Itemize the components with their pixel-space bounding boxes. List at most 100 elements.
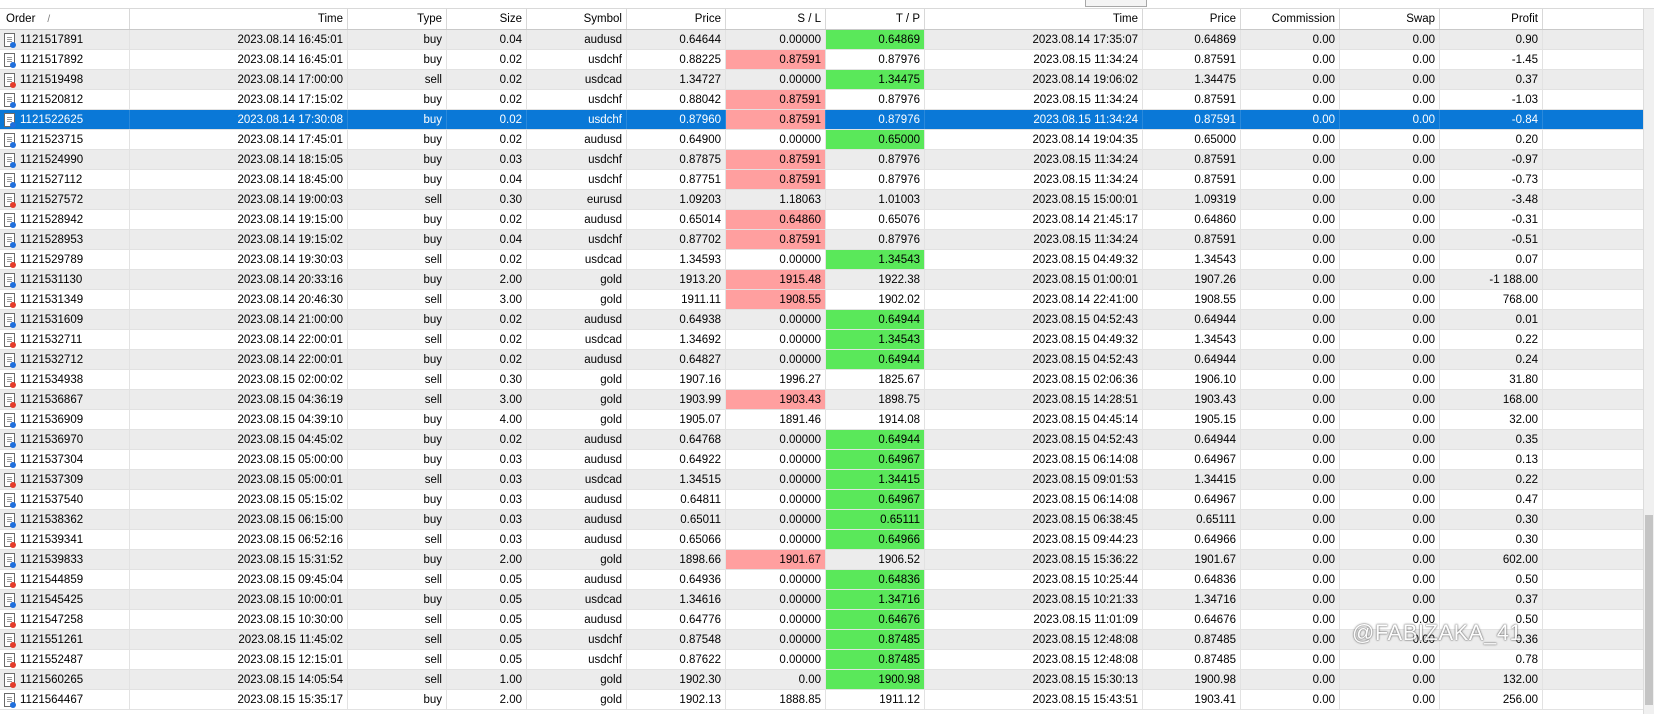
table-row[interactable]: 1121544859 2023.08.15 09:45:04 sell 0.05 aud…: [0, 570, 1643, 590]
column-header-sl[interactable]: S / L: [726, 9, 826, 29]
close-time-cell: 2023.08.15 10:21:33: [925, 590, 1143, 609]
column-header-label: Price: [1209, 13, 1236, 25]
column-header-type[interactable]: Type: [348, 9, 447, 29]
table-row[interactable]: 1121536909 2023.08.15 04:39:10 buy 4.00 gold…: [0, 410, 1643, 430]
open-price-cell: 0.64938: [627, 310, 726, 329]
order-number: 1121528953: [20, 233, 84, 246]
close-time-cell: 2023.08.15 04:49:32: [925, 330, 1143, 349]
table-row[interactable]: 1121534938 2023.08.15 02:00:02 sell 0.30 gol…: [0, 370, 1643, 390]
column-header-open-price[interactable]: Price: [627, 9, 726, 29]
table-row[interactable]: 1121536867 2023.08.15 04:36:19 sell 3.00 gol…: [0, 390, 1643, 410]
commission-cell: 0.00: [1241, 250, 1340, 269]
toolbar-box: [1085, 0, 1147, 7]
table-row[interactable]: 1121519498 2023.08.14 17:00:00 sell 0.02 usd…: [0, 70, 1643, 90]
profit-cell: -3.48: [1440, 190, 1543, 209]
order-cell: 1121517892: [0, 50, 130, 69]
table-row[interactable]: 1121527112 2023.08.14 18:45:00 buy 0.04 usdc…: [0, 170, 1643, 190]
sl-cell: 0.00000: [726, 490, 826, 509]
scrollbar-thumb[interactable]: [1645, 515, 1653, 705]
table-row[interactable]: 1121531349 2023.08.14 20:46:30 sell 3.00 gol…: [0, 290, 1643, 310]
symbol-cell: usdcad: [527, 470, 627, 489]
open-price-cell: 0.64811: [627, 490, 726, 509]
commission-cell: 0.00: [1241, 510, 1340, 529]
table-row[interactable]: 1121539341 2023.08.15 06:52:16 sell 0.03 aud…: [0, 530, 1643, 550]
close-time-cell: 2023.08.15 11:34:24: [925, 90, 1143, 109]
table-row[interactable]: 1121537309 2023.08.15 05:00:01 sell 0.03 usd…: [0, 470, 1643, 490]
open-time-cell: 2023.08.14 19:00:03: [130, 190, 348, 209]
table-row[interactable]: 1121532712 2023.08.14 22:00:01 buy 0.02 audu…: [0, 350, 1643, 370]
open-price-cell: 1.09203: [627, 190, 726, 209]
sell-order-icon: [4, 572, 16, 588]
column-header-profit[interactable]: Profit: [1440, 9, 1543, 29]
table-row[interactable]: 1121532711 2023.08.14 22:00:01 sell 0.02 usd…: [0, 330, 1643, 350]
table-row[interactable]: 1121524990 2023.08.14 18:15:05 buy 0.03 usdc…: [0, 150, 1643, 170]
table-row[interactable]: 1121564467 2023.08.15 15:35:17 buy 2.00 gold…: [0, 690, 1643, 710]
table-row[interactable]: 1121531130 2023.08.14 20:33:16 buy 2.00 gold…: [0, 270, 1643, 290]
column-header-open-time[interactable]: Time: [130, 9, 348, 29]
column-header-close-price[interactable]: Price: [1143, 9, 1241, 29]
table-row[interactable]: 1121552487 2023.08.15 12:15:01 sell 0.05 usd…: [0, 650, 1643, 670]
swap-cell: 0.00: [1340, 30, 1440, 49]
profit-cell: 0.50: [1440, 570, 1543, 589]
table-row[interactable]: 1121523715 2023.08.14 17:45:01 buy 0.02 audu…: [0, 130, 1643, 150]
close-price-cell: 1901.67: [1143, 550, 1241, 569]
commission-cell: 0.00: [1241, 330, 1340, 349]
order-number: 1121529789: [20, 253, 84, 266]
table-row[interactable]: 1121536970 2023.08.15 04:45:02 buy 0.02 audu…: [0, 430, 1643, 450]
table-row[interactable]: 1121522625 2023.08.14 17:30:08 buy 0.02 usdc…: [0, 110, 1643, 130]
sl-cell: 0.00000: [726, 510, 826, 529]
order-number: 1121539833: [20, 553, 84, 566]
sl-cell: 0.00: [726, 670, 826, 689]
size-cell: 0.30: [447, 370, 527, 389]
table-row[interactable]: 1121529789 2023.08.14 19:30:03 sell 0.02 usd…: [0, 250, 1643, 270]
table-row[interactable]: 1121531609 2023.08.14 21:00:00 buy 0.02 audu…: [0, 310, 1643, 330]
column-header-commission[interactable]: Commission: [1241, 9, 1340, 29]
close-price-cell: 1905.15: [1143, 410, 1241, 429]
table-row[interactable]: 1121527572 2023.08.14 19:00:03 sell 0.30 eur…: [0, 190, 1643, 210]
open-price-cell: 0.88225: [627, 50, 726, 69]
vertical-scrollbar[interactable]: [1643, 9, 1654, 714]
sl-cell: 1903.43: [726, 390, 826, 409]
profit-cell: -1 188.00: [1440, 270, 1543, 289]
sl-cell: 0.00000: [726, 250, 826, 269]
table-row[interactable]: 1121520812 2023.08.14 17:15:02 buy 0.02 usdc…: [0, 90, 1643, 110]
column-header-swap[interactable]: Swap: [1340, 9, 1440, 29]
size-cell: 0.03: [447, 530, 527, 549]
table-row[interactable]: 1121517892 2023.08.14 16:45:01 buy 0.02 usdc…: [0, 50, 1643, 70]
type-cell: sell: [348, 70, 447, 89]
table-row[interactable]: 1121539833 2023.08.15 15:31:52 buy 2.00 gold…: [0, 550, 1643, 570]
table-row[interactable]: 1121517891 2023.08.14 16:45:01 buy 0.04 audu…: [0, 30, 1643, 50]
order-cell: 1121531609: [0, 310, 130, 329]
column-header-size[interactable]: Size: [447, 9, 527, 29]
open-price-cell: 0.64900: [627, 130, 726, 149]
column-header-close-time[interactable]: Time: [925, 9, 1143, 29]
table-row[interactable]: 1121537540 2023.08.15 05:15:02 buy 0.03 audu…: [0, 490, 1643, 510]
order-number: 1121538362: [20, 513, 84, 526]
open-time-cell: 2023.08.15 02:00:02: [130, 370, 348, 389]
column-header-order[interactable]: Order /: [0, 9, 130, 29]
order-cell: 1121539833: [0, 550, 130, 569]
commission-cell: 0.00: [1241, 150, 1340, 169]
column-header-symbol[interactable]: Symbol: [527, 9, 627, 29]
sl-cell: 0.00000: [726, 610, 826, 629]
commission-cell: 0.00: [1241, 70, 1340, 89]
column-header-label: Commission: [1271, 13, 1335, 25]
type-cell: buy: [348, 30, 447, 49]
table-row[interactable]: 1121545425 2023.08.15 10:00:01 buy 0.05 usdc…: [0, 590, 1643, 610]
table-row[interactable]: 1121528942 2023.08.14 19:15:00 buy 0.02 audu…: [0, 210, 1643, 230]
order-number: 1121564467: [20, 693, 84, 706]
commission-cell: 0.00: [1241, 50, 1340, 69]
size-cell: 0.04: [447, 30, 527, 49]
close-price-cell: 0.65000: [1143, 130, 1241, 149]
table-row[interactable]: 1121560265 2023.08.15 14:05:54 sell 1.00 gol…: [0, 670, 1643, 690]
column-header-tp[interactable]: T / P: [826, 9, 925, 29]
table-row[interactable]: 1121537304 2023.08.15 05:00:00 buy 0.03 audu…: [0, 450, 1643, 470]
close-time-cell: 2023.08.14 22:41:00: [925, 290, 1143, 309]
table-row[interactable]: 1121528953 2023.08.14 19:15:02 buy 0.04 usdc…: [0, 230, 1643, 250]
open-price-cell: 0.64644: [627, 30, 726, 49]
close-price-cell: 1.09319: [1143, 190, 1241, 209]
close-price-cell: 0.87591: [1143, 170, 1241, 189]
symbol-cell: eurusd: [527, 190, 627, 209]
table-row[interactable]: 1121538362 2023.08.15 06:15:00 buy 0.03 audu…: [0, 510, 1643, 530]
sl-cell: 1888.85: [726, 690, 826, 709]
